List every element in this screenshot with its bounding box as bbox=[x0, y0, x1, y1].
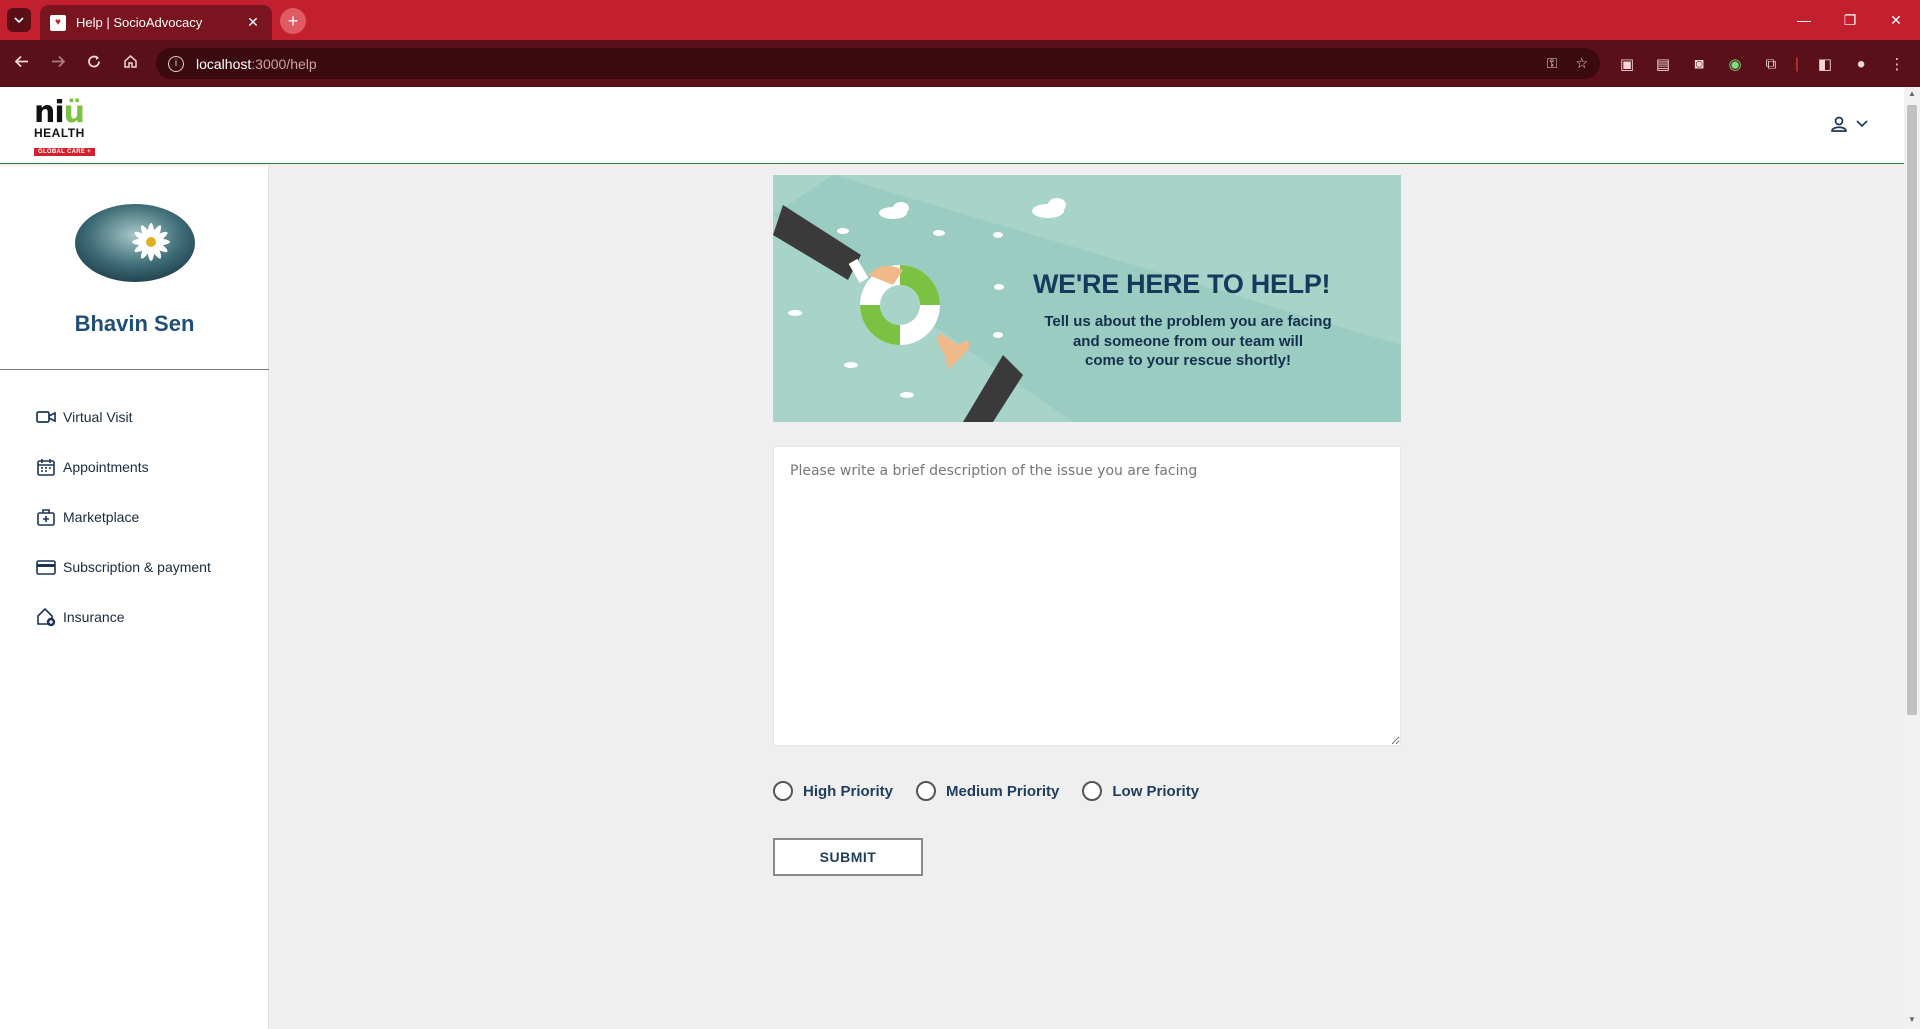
person-icon bbox=[1831, 116, 1847, 132]
reload-icon bbox=[88, 55, 100, 67]
restore-button[interactable]: ❐ bbox=[1827, 0, 1873, 40]
radio-medium[interactable] bbox=[916, 781, 937, 801]
url-host: localhost bbox=[196, 55, 252, 72]
sidebar-item-label: Marketplace bbox=[63, 509, 140, 525]
forward-button[interactable] bbox=[44, 54, 72, 73]
user-menu[interactable] bbox=[1830, 115, 1868, 133]
logo-health-text: HEALTH bbox=[34, 126, 85, 140]
sidebar-item-appointments[interactable]: Appointments bbox=[36, 442, 211, 492]
sidebar-item-insurance[interactable]: Insurance bbox=[36, 592, 211, 642]
scroll-down-arrow-icon[interactable]: ▼ bbox=[1908, 1015, 1916, 1024]
extension-icon-1[interactable]: ▣ bbox=[1616, 55, 1638, 73]
brand-logo[interactable]: niü HEALTH GLOBAL CARE + bbox=[34, 98, 98, 156]
banner-title: WE'RE HERE TO HELP! bbox=[1033, 269, 1331, 299]
scroll-up-arrow-icon[interactable]: ▲ bbox=[1908, 89, 1916, 98]
priority-label: Medium Priority bbox=[946, 782, 1060, 800]
more-menu-icon[interactable]: ⋮ bbox=[1886, 55, 1908, 73]
app-header: niü HEALTH GLOBAL CARE + bbox=[0, 87, 1904, 164]
home-button[interactable] bbox=[116, 54, 144, 74]
credit-card-icon bbox=[36, 557, 56, 577]
sidebar-divider bbox=[0, 369, 269, 370]
home-insurance-icon bbox=[36, 607, 56, 627]
submit-button[interactable]: SUBMIT bbox=[773, 838, 923, 876]
sidebar-item-subscription[interactable]: Subscription & payment bbox=[36, 542, 211, 592]
priority-low-option[interactable]: Low Priority bbox=[1082, 781, 1199, 801]
minimize-button[interactable]: — bbox=[1781, 0, 1827, 40]
arrow-right-icon bbox=[52, 55, 66, 67]
video-icon bbox=[36, 407, 56, 427]
browser-toolbar: i localhost:3000/help ⚿ ☆ ▣ ▤ ◙ ◉ ⧉ | ◧ … bbox=[0, 40, 1920, 87]
issue-description-input[interactable] bbox=[773, 446, 1401, 746]
banner-text: Tell us about the problem you are facing… bbox=[1044, 313, 1332, 369]
close-window-button[interactable]: ✕ bbox=[1873, 0, 1919, 40]
sidebar-item-label: Insurance bbox=[63, 609, 125, 625]
sidebar: Bhavin Sen Virtual Visit Appointments Ma… bbox=[0, 166, 269, 1029]
app-root: niü HEALTH GLOBAL CARE + Bhavin Sen Virt… bbox=[0, 87, 1904, 1029]
new-tab-button[interactable]: + bbox=[280, 8, 306, 34]
camera-icon[interactable]: ◙ bbox=[1688, 55, 1710, 72]
tab-close-icon[interactable]: ✕ bbox=[244, 14, 262, 31]
user-name: Bhavin Sen bbox=[74, 311, 195, 336]
puzzle-icon[interactable]: ⧉ bbox=[1760, 55, 1782, 72]
sidebar-item-label: Appointments bbox=[63, 459, 149, 475]
url-path: :3000/help bbox=[251, 55, 317, 72]
back-button[interactable] bbox=[8, 54, 36, 73]
priority-medium-option[interactable]: Medium Priority bbox=[916, 781, 1059, 801]
calendar-icon bbox=[36, 457, 56, 477]
avatar-image bbox=[75, 204, 195, 282]
priority-label: Low Priority bbox=[1112, 782, 1200, 800]
logo-mark-left: ni bbox=[34, 95, 65, 130]
logo-mark: niü bbox=[34, 98, 98, 128]
sidebar-item-marketplace[interactable]: Marketplace bbox=[36, 492, 211, 542]
priority-label: High Priority bbox=[803, 782, 894, 800]
favicon-icon: ♥ bbox=[50, 14, 66, 31]
page-scrollbar[interactable]: ▲ ▼ bbox=[1904, 87, 1920, 1029]
divider-icon: | bbox=[1795, 55, 1799, 72]
sidebar-nav: Virtual Visit Appointments Marketplace S… bbox=[36, 392, 211, 642]
medical-bag-icon bbox=[36, 507, 56, 527]
profile-avatar-icon[interactable]: ● bbox=[1850, 55, 1872, 72]
sidebar-item-label: Virtual Visit bbox=[63, 409, 133, 425]
logo-badge: GLOBAL CARE + bbox=[34, 148, 95, 156]
priority-group: High Priority Medium Priority Low Priori… bbox=[773, 781, 1199, 801]
main-content: WE'RE HERE TO HELP! Tell us about the pr… bbox=[270, 166, 1904, 1029]
address-bar[interactable]: i localhost:3000/help ⚿ ☆ bbox=[156, 48, 1600, 79]
browser-tab-bar: ♥ Help | SocioAdvocacy ✕ + — ❐ ✕ bbox=[0, 0, 1920, 40]
arrow-left-icon bbox=[14, 55, 28, 67]
radio-high[interactable] bbox=[773, 781, 793, 801]
logo-mark-right: ü bbox=[63, 95, 85, 130]
tab-search-button[interactable] bbox=[7, 8, 31, 32]
reload-button[interactable] bbox=[80, 54, 108, 73]
priority-high-option[interactable]: High Priority bbox=[773, 781, 893, 801]
site-info-icon[interactable]: i bbox=[168, 55, 184, 72]
home-icon bbox=[123, 54, 137, 68]
help-banner: WE'RE HERE TO HELP! Tell us about the pr… bbox=[773, 175, 1401, 422]
extension-icon-3[interactable]: ◉ bbox=[1724, 55, 1746, 73]
avatar[interactable] bbox=[75, 204, 195, 282]
sidebar-item-label: Subscription & payment bbox=[63, 559, 211, 575]
tab-title: Help | SocioAdvocacy bbox=[76, 15, 203, 30]
sidebar-item-virtual-visit[interactable]: Virtual Visit bbox=[36, 392, 211, 442]
browser-tab[interactable]: ♥ Help | SocioAdvocacy ✕ bbox=[40, 5, 272, 40]
extension-icon-2[interactable]: ▤ bbox=[1652, 55, 1674, 73]
radio-low[interactable] bbox=[1082, 781, 1103, 801]
scroll-thumb[interactable] bbox=[1907, 105, 1917, 715]
chevron-down-icon bbox=[14, 17, 24, 24]
bookmark-star-icon[interactable]: ☆ bbox=[1575, 55, 1588, 72]
chevron-down-icon bbox=[1856, 120, 1868, 128]
side-panel-icon[interactable]: ◧ bbox=[1814, 55, 1836, 73]
password-key-icon[interactable]: ⚿ bbox=[1547, 55, 1558, 72]
